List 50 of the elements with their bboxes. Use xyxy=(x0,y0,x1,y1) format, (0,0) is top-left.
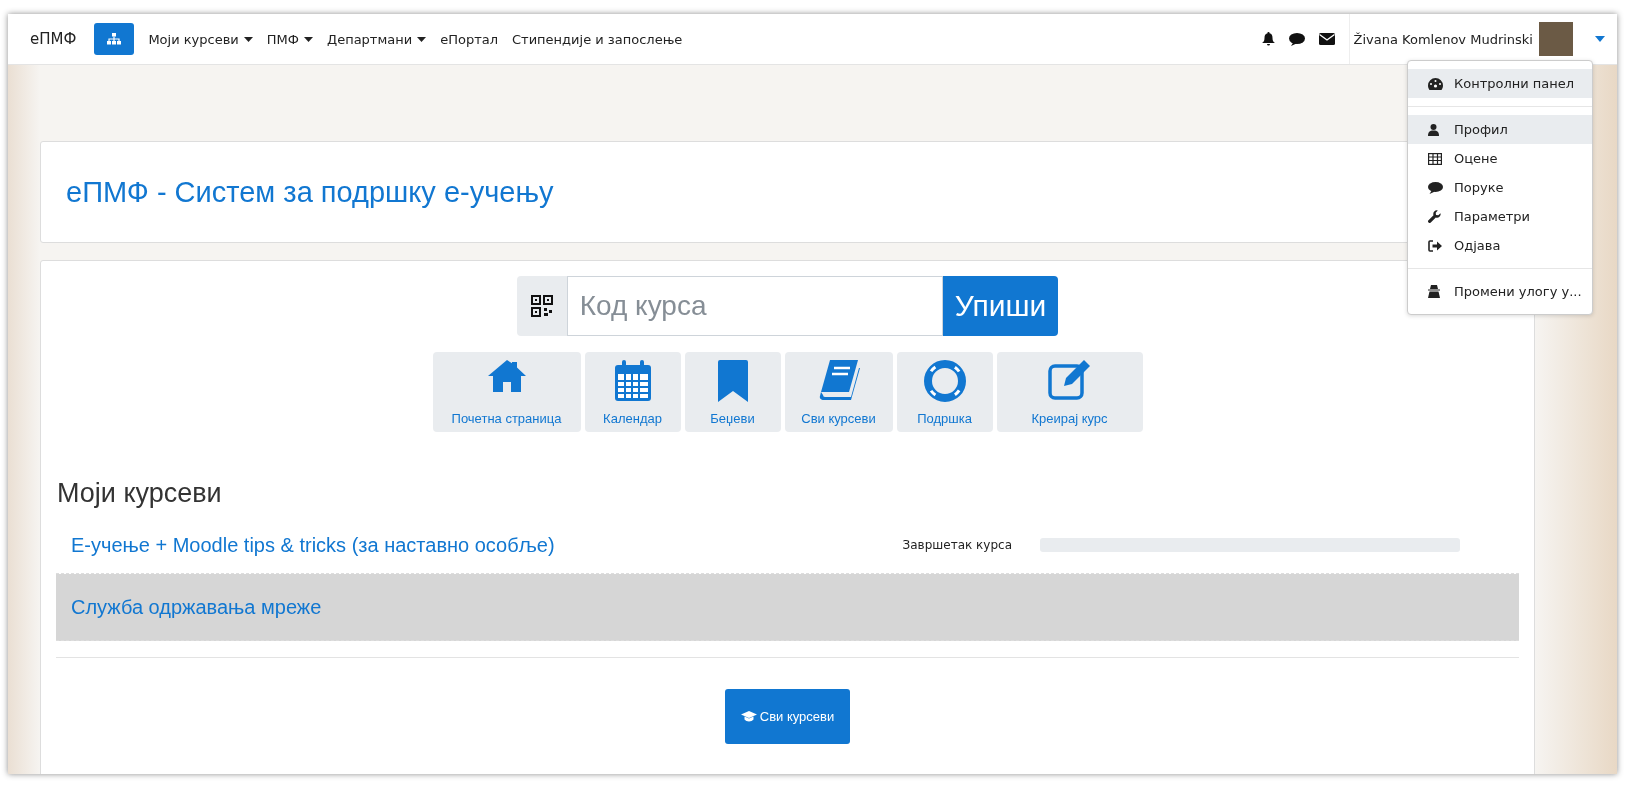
menu-item[interactable]: Поруке xyxy=(1408,173,1592,202)
section-heading: Моји курсеви xyxy=(57,478,223,509)
home-icon xyxy=(487,360,526,392)
qr-scan-button[interactable] xyxy=(516,276,567,336)
shortcut-tile[interactable]: Календар xyxy=(584,352,681,432)
nav-link[interactable]: ПМФ xyxy=(266,31,313,47)
menu-item[interactable]: Одјава xyxy=(1408,231,1592,260)
course-link[interactable]: Е-учење + Moodle tips & tricks (за наставно особље) xyxy=(71,533,903,557)
all-courses-button[interactable]: Сви курсеви xyxy=(724,689,851,744)
nav-link[interactable]: Моји курсеви xyxy=(148,31,253,47)
bell-icon[interactable] xyxy=(1261,32,1275,46)
calendar-icon xyxy=(613,360,652,402)
brand-link[interactable]: еПМФ xyxy=(30,30,77,48)
shortcut-tile[interactable]: Подршка xyxy=(896,352,993,432)
enrol-button[interactable]: Упиши xyxy=(942,276,1059,336)
graduation-cap-icon xyxy=(740,711,757,722)
incognito-icon xyxy=(1428,285,1440,298)
menu-item[interactable]: Промени улогу у... xyxy=(1408,277,1592,306)
site-title: еПМФ - Систем за подршку е-учењу xyxy=(66,175,554,209)
menu-item[interactable]: Оцене xyxy=(1408,144,1592,173)
avatar-photo-placeholder xyxy=(1539,22,1573,56)
user-name: Živana Komlenov Mudrinski xyxy=(1353,31,1533,47)
nav-link[interactable]: Департмани xyxy=(327,31,427,47)
nav-link[interactable]: еПортал xyxy=(440,31,498,47)
menu-item[interactable]: Контролни панел xyxy=(1408,69,1592,98)
shortcut-tile[interactable]: Почетна страница xyxy=(432,352,581,432)
bookmark-icon xyxy=(717,360,748,402)
menu-item[interactable]: Параметри xyxy=(1408,202,1592,231)
shortcut-tile[interactable]: Беџеви xyxy=(684,352,781,432)
chat-bubble-icon xyxy=(1428,181,1443,194)
user-menu-toggle[interactable]: Živana Komlenov Mudrinski xyxy=(1348,14,1617,64)
edit-icon xyxy=(1047,360,1092,400)
book-icon xyxy=(817,360,860,400)
user-icon xyxy=(1428,123,1439,136)
course-code-field[interactable]: Код курса xyxy=(566,276,943,336)
menu-item[interactable]: Профил xyxy=(1408,115,1592,144)
qr-code-icon xyxy=(530,295,553,317)
nav-link[interactable]: Стипендије и запослење xyxy=(512,31,683,47)
envelope-icon[interactable] xyxy=(1318,33,1335,45)
sign-out-icon xyxy=(1428,239,1442,252)
wrench-icon xyxy=(1428,210,1441,223)
table-icon xyxy=(1428,152,1442,165)
progress-label: Завршетак курса xyxy=(902,538,1012,552)
chat-bubble-icon[interactable] xyxy=(1288,32,1305,46)
shortcut-tile[interactable]: Сви курсеви xyxy=(784,352,893,432)
life-ring-icon xyxy=(923,360,966,402)
sitemap-icon xyxy=(107,33,122,45)
gauge-icon xyxy=(1428,77,1443,90)
shortcut-tile[interactable]: Креирај курс xyxy=(996,352,1143,432)
sitemap-button[interactable] xyxy=(94,23,135,55)
